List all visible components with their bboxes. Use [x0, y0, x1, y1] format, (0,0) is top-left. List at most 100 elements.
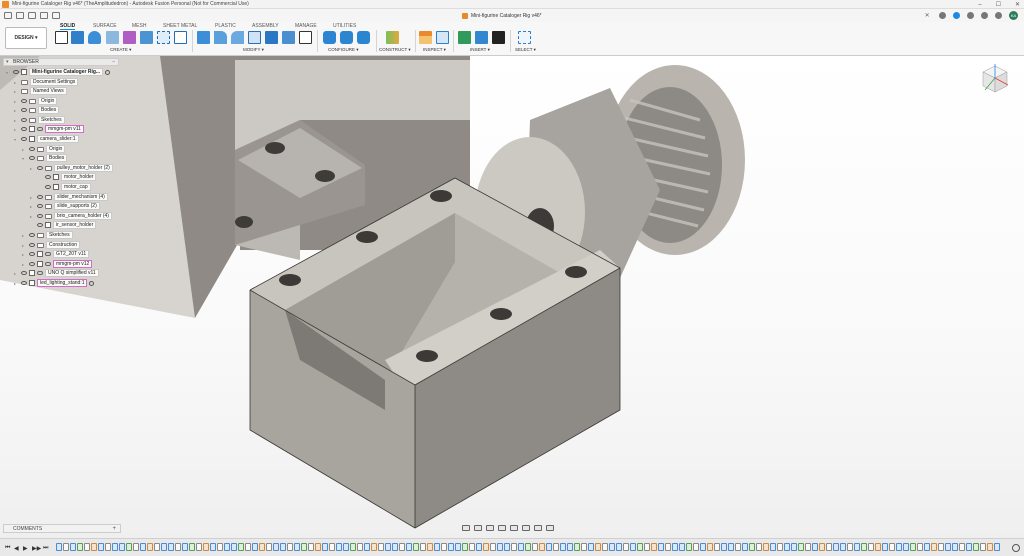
tree-item-body[interactable]: ▸ slide_supports (2) — [30, 202, 100, 210]
expand-arrow-icon[interactable]: ▸ — [30, 195, 35, 200]
viewcube-icon[interactable] — [980, 60, 1010, 96]
timeline-settings-gear-icon[interactable] — [1012, 544, 1020, 552]
tab-manage[interactable]: MANAGE — [295, 23, 317, 29]
timeline-feature[interactable] — [973, 543, 979, 551]
timeline-feature[interactable] — [336, 543, 342, 551]
tree-item-bodies[interactable]: ▸ Bodies — [14, 106, 60, 114]
tree-item-construction[interactable]: ▸ Construction — [22, 241, 81, 249]
timeline-feature[interactable] — [84, 543, 90, 551]
fit-icon[interactable] — [510, 525, 518, 531]
display-settings-icon[interactable] — [522, 525, 530, 531]
tree-item-body[interactable]: ▸ pulley_motor_holder (2) — [30, 164, 113, 172]
visibility-eye-icon[interactable] — [37, 166, 43, 170]
visibility-eye-icon[interactable] — [37, 204, 43, 208]
timeline-feature[interactable] — [175, 543, 181, 551]
timeline-feature[interactable] — [728, 543, 734, 551]
timeline-feature[interactable] — [434, 543, 440, 551]
user-avatar[interactable]: KA — [1009, 11, 1018, 20]
tree-item-camera-slider[interactable]: ▾ camera_slider:1 — [14, 135, 79, 143]
extensions-icon[interactable] — [953, 12, 960, 19]
visibility-eye-icon[interactable] — [37, 223, 43, 227]
tree-item-body[interactable]: motor_cap — [38, 183, 91, 191]
orbit-icon[interactable] — [462, 525, 470, 531]
timeline-feature[interactable] — [896, 543, 902, 551]
tree-item-body[interactable]: ir_sensor_holder — [30, 221, 97, 229]
timeline-feature[interactable] — [273, 543, 279, 551]
create-box-icon[interactable] — [174, 31, 187, 44]
timeline-feature[interactable] — [980, 543, 986, 551]
browser-header[interactable]: ▾ BROWSER – — [3, 58, 119, 66]
tab-sheet-metal[interactable]: SHEET METAL — [163, 23, 197, 29]
expand-arrow-icon[interactable]: ▾ — [22, 156, 27, 161]
timeline-feature[interactable] — [287, 543, 293, 551]
timeline-feature[interactable] — [546, 543, 552, 551]
timeline-feature[interactable] — [714, 543, 720, 551]
tree-item-body[interactable]: motor_holder — [38, 173, 97, 181]
timeline-feature[interactable] — [245, 543, 251, 551]
tree-item-uno-q[interactable]: ▸ UNO Q simplified v11 — [14, 269, 99, 277]
timeline-feature[interactable] — [455, 543, 461, 551]
timeline-feature[interactable] — [476, 543, 482, 551]
timeline-feature[interactable] — [693, 543, 699, 551]
tree-item-origin[interactable]: ▸ Origin — [22, 145, 66, 153]
visibility-eye-icon[interactable] — [21, 108, 27, 112]
activate-target-icon[interactable] — [105, 69, 111, 75]
combine-icon[interactable] — [265, 31, 278, 44]
revolve-icon[interactable] — [88, 31, 101, 44]
tree-item-led-lighting-stand[interactable]: ▸ led_lighting_stand:1 — [14, 279, 95, 287]
timeline-feature[interactable] — [448, 543, 454, 551]
timeline-feature[interactable] — [938, 543, 944, 551]
timeline-feature[interactable] — [826, 543, 832, 551]
expand-arrow-icon[interactable]: ▸ — [14, 80, 19, 85]
timeline-feature[interactable] — [798, 543, 804, 551]
timeline-feature[interactable] — [413, 543, 419, 551]
timeline-feature[interactable] — [945, 543, 951, 551]
timeline-feature[interactable] — [63, 543, 69, 551]
press-pull-icon[interactable] — [197, 31, 210, 44]
expand-arrow-icon[interactable]: ▸ — [14, 127, 19, 132]
timeline-feature[interactable] — [588, 543, 594, 551]
timeline-feature[interactable] — [574, 543, 580, 551]
visibility-eye-icon[interactable] — [21, 271, 27, 275]
timeline-feature[interactable] — [567, 543, 573, 551]
timeline-feature[interactable] — [252, 543, 258, 551]
timeline-feature[interactable] — [119, 543, 125, 551]
offset-plane-icon[interactable] — [386, 31, 399, 44]
timeline-feature[interactable] — [406, 543, 412, 551]
timeline-feature[interactable] — [161, 543, 167, 551]
expand-arrow-icon[interactable]: ▸ — [30, 166, 35, 171]
expand-arrow-icon[interactable]: ▸ — [22, 252, 27, 257]
timeline-last-button[interactable]: ⏭ — [43, 545, 48, 552]
form-icon[interactable] — [123, 31, 136, 44]
timeline-feature[interactable] — [532, 543, 538, 551]
group-select[interactable]: SELECT ▾ — [515, 47, 536, 53]
timeline-feature[interactable] — [189, 543, 195, 551]
timeline-feature[interactable] — [399, 543, 405, 551]
timeline-feature[interactable] — [917, 543, 923, 551]
timeline-feature[interactable] — [329, 543, 335, 551]
timeline-feature[interactable] — [56, 543, 62, 551]
timeline-feature[interactable] — [231, 543, 237, 551]
document-tab-close[interactable]: ✕ — [925, 12, 930, 19]
select-icon[interactable] — [518, 31, 531, 44]
timeline-feature[interactable] — [350, 543, 356, 551]
timeline-feature[interactable] — [707, 543, 713, 551]
timeline-feature[interactable] — [658, 543, 664, 551]
collapse-chevron-icon[interactable]: ▾ — [6, 59, 9, 65]
timeline-feature[interactable] — [70, 543, 76, 551]
timeline-feature[interactable] — [301, 543, 307, 551]
timeline-next-button[interactable]: ▶▶ — [32, 545, 41, 552]
workspace-switcher-button[interactable]: DESIGN ▾ — [5, 27, 47, 49]
timeline-feature[interactable] — [196, 543, 202, 551]
timeline-feature[interactable] — [140, 543, 146, 551]
tab-solid[interactable]: SOLID — [60, 23, 76, 30]
expand-arrow-icon[interactable]: ▸ — [14, 108, 19, 113]
hole-icon[interactable] — [106, 31, 119, 44]
timeline-feature[interactable] — [539, 543, 545, 551]
timeline-feature[interactable] — [931, 543, 937, 551]
timeline-feature[interactable] — [686, 543, 692, 551]
tree-item-named-views[interactable]: ▸ Named Views — [14, 87, 67, 95]
timeline-feature[interactable] — [819, 543, 825, 551]
timeline-feature[interactable] — [987, 543, 993, 551]
timeline-feature[interactable] — [315, 543, 321, 551]
